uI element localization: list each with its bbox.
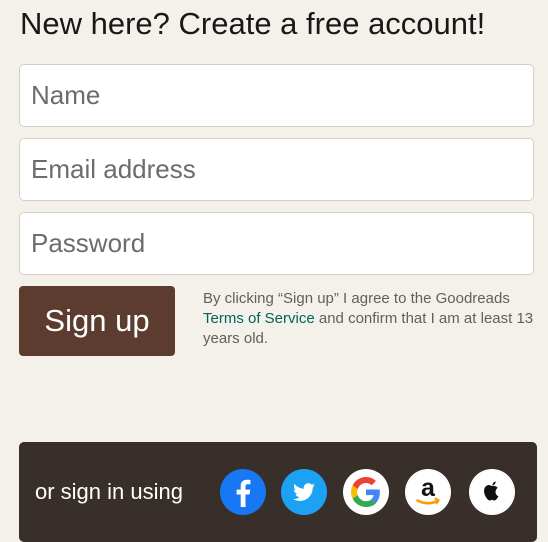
terms-of-service-link[interactable]: Terms of Service — [203, 310, 315, 327]
google-icon[interactable] — [343, 469, 389, 515]
twitter-icon[interactable] — [281, 469, 327, 515]
social-sign-in-label: or sign in using — [35, 479, 183, 504]
email-field-container — [19, 138, 534, 201]
terms-prefix: By clicking “Sign up” I agree to the Goo… — [203, 290, 510, 307]
password-field[interactable] — [20, 213, 533, 274]
name-field-container — [19, 64, 534, 127]
name-field[interactable] — [20, 65, 533, 126]
terms-text: By clicking “Sign up” I agree to the Goo… — [203, 289, 543, 349]
social-sign-in-bar: or sign in using a — [19, 442, 537, 542]
sign-up-button[interactable]: Sign up — [19, 286, 175, 356]
apple-icon[interactable] — [469, 469, 515, 515]
svg-text:a: a — [421, 474, 436, 502]
facebook-icon[interactable] — [220, 469, 266, 515]
page-title: New here? Create a free account! — [20, 6, 486, 41]
email-field[interactable] — [20, 139, 533, 200]
amazon-icon[interactable]: a — [405, 469, 451, 515]
password-field-container — [19, 212, 534, 275]
